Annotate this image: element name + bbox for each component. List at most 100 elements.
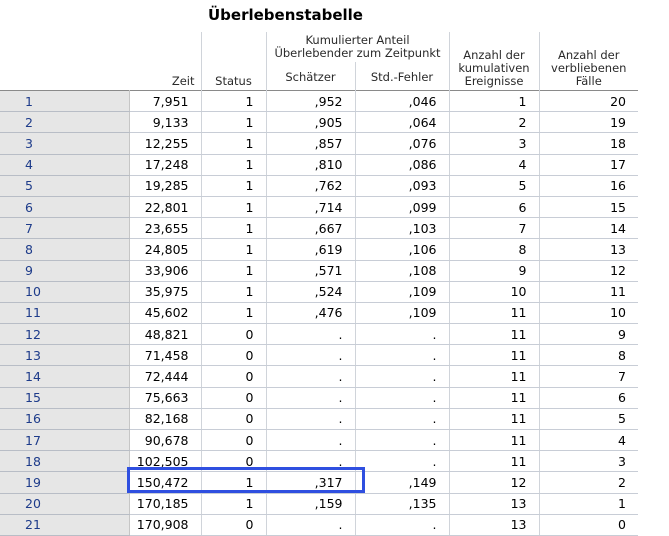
cell-verbleibend: 7 xyxy=(539,365,638,388)
table-row: 10 35,975 1,524,109 10 11 xyxy=(0,281,638,303)
table-row: 9 33,906 1,571,108 9 12 xyxy=(0,260,638,282)
cell-std-fehler: ,106 xyxy=(355,238,450,261)
cell-schaetzer: ,857 xyxy=(266,132,356,155)
cell-zeit: 48,821 xyxy=(129,323,202,346)
cell-zeit: 71,458 xyxy=(129,344,202,367)
cell-verbleibend: 6 xyxy=(539,387,638,409)
row-number: 19 xyxy=(0,471,130,494)
cell-zeit: 33,906 xyxy=(129,260,202,282)
cell-schaetzer: ,317 xyxy=(266,471,356,494)
cell-zeit: 17,248 xyxy=(129,154,202,176)
table-row: 2 9,133 1,905,064 2 19 xyxy=(0,111,638,134)
cell-ereignisse: 9 xyxy=(449,260,540,282)
cell-std-fehler: ,093 xyxy=(355,175,450,197)
row-number: 18 xyxy=(0,450,130,473)
cell-std-fehler: . xyxy=(355,344,450,367)
column-header-zeit: Zeit xyxy=(171,74,195,88)
cell-status: 1 xyxy=(201,471,267,494)
cell-std-fehler: ,046 xyxy=(355,89,450,113)
column-header-verbleibend: Anzahl der verbliebenen Fälle xyxy=(538,32,638,91)
cell-schaetzer: ,159 xyxy=(266,493,356,515)
cell-ereignisse: 13 xyxy=(449,514,540,536)
cell-ereignisse: 8 xyxy=(449,238,540,261)
survival-table: Zeit Status Kumulierter Anteil Überleben… xyxy=(0,32,638,536)
cell-verbleibend: 13 xyxy=(539,238,638,261)
cell-std-fehler: . xyxy=(355,408,450,431)
cell-status: 1 xyxy=(201,493,267,515)
cell-status: 1 xyxy=(201,260,267,282)
corner-header xyxy=(0,32,129,91)
cell-std-fehler: . xyxy=(355,365,450,388)
cell-std-fehler: ,108 xyxy=(355,260,450,282)
cell-status: 0 xyxy=(201,429,267,452)
row-number: 8 xyxy=(0,238,130,261)
table-row: 3 12,255 1,857,076 3 18 xyxy=(0,132,638,155)
cell-status: 1 xyxy=(201,111,267,134)
cell-status: 1 xyxy=(201,132,267,155)
row-number: 10 xyxy=(0,281,130,303)
cell-verbleibend: 19 xyxy=(539,111,638,134)
cell-status: 0 xyxy=(201,365,267,388)
table-body: 1 7,951 1,952,046 1 20 2 9,133 1,905,064 2 19 3 12,… xyxy=(0,89,638,536)
column-header-std-fehler: Std.-Fehler xyxy=(354,62,449,91)
cell-schaetzer: . xyxy=(266,450,356,473)
row-number: 20 xyxy=(0,493,130,515)
cell-verbleibend: 14 xyxy=(539,217,638,240)
row-number: 7 xyxy=(0,217,130,240)
cell-ereignisse: 4 xyxy=(449,154,540,176)
cell-schaetzer: ,810 xyxy=(266,154,356,176)
cell-zeit: 72,444 xyxy=(129,365,202,388)
cell-std-fehler: ,109 xyxy=(355,281,450,303)
cell-zeit: 150,472 xyxy=(129,471,202,494)
cell-schaetzer: ,476 xyxy=(266,302,356,325)
cell-verbleibend: 16 xyxy=(539,175,638,197)
cell-zeit: 19,285 xyxy=(129,175,202,197)
cell-std-fehler: ,149 xyxy=(355,471,450,494)
cell-ereignisse: 6 xyxy=(449,196,540,219)
cell-status: 0 xyxy=(201,450,267,473)
table-row: 20 170,185 1,159,135 13 1 xyxy=(0,493,638,515)
cell-ereignisse: 11 xyxy=(449,450,540,473)
table-row: 14 72,444 0.. 11 7 xyxy=(0,365,638,388)
table-row: 18 102,505 0.. 11 3 xyxy=(0,450,638,473)
cell-ereignisse: 3 xyxy=(449,132,540,155)
cell-zeit: 23,655 xyxy=(129,217,202,240)
cell-ereignisse: 11 xyxy=(449,408,540,431)
cell-zeit: 24,805 xyxy=(129,238,202,261)
cell-status: 0 xyxy=(201,408,267,431)
cell-zeit: 102,505 xyxy=(129,450,202,473)
table-row: 5 19,285 1,762,093 5 16 xyxy=(0,175,638,197)
cell-schaetzer: . xyxy=(266,365,356,388)
cell-verbleibend: 0 xyxy=(539,514,638,536)
cell-ereignisse: 11 xyxy=(449,387,540,409)
column-header-schaetzer: Schätzer xyxy=(265,62,355,91)
table-row: 11 45,602 1,476,109 11 10 xyxy=(0,302,638,325)
cell-zeit: 170,908 xyxy=(129,514,202,536)
row-number: 12 xyxy=(0,323,130,346)
cell-ereignisse: 10 xyxy=(449,281,540,303)
cell-std-fehler: ,086 xyxy=(355,154,450,176)
row-number: 3 xyxy=(0,132,130,155)
cell-zeit: 12,255 xyxy=(129,132,202,155)
cell-status: 1 xyxy=(201,175,267,197)
cell-std-fehler: ,103 xyxy=(355,217,450,240)
table-row: 7 23,655 1,667,103 7 14 xyxy=(0,217,638,240)
table-row: 21 170,908 0.. 13 0 xyxy=(0,514,638,536)
row-number: 17 xyxy=(0,429,130,452)
table-row: 19 150,472 1,317,149 12 2 xyxy=(0,471,638,494)
table-row: 15 75,663 0.. 11 6 xyxy=(0,387,638,409)
cell-std-fehler: ,135 xyxy=(355,493,450,515)
cell-status: 0 xyxy=(201,344,267,367)
table-row: 13 71,458 0.. 11 8 xyxy=(0,344,638,367)
cell-status: 1 xyxy=(201,154,267,176)
cell-std-fehler: . xyxy=(355,450,450,473)
cell-ereignisse: 13 xyxy=(449,493,540,515)
row-number: 9 xyxy=(0,260,130,282)
cell-verbleibend: 5 xyxy=(539,408,638,431)
cell-ereignisse: 2 xyxy=(449,111,540,134)
cell-verbleibend: 1 xyxy=(539,493,638,515)
cell-verbleibend: 4 xyxy=(539,429,638,452)
cell-verbleibend: 3 xyxy=(539,450,638,473)
row-number: 21 xyxy=(0,514,130,536)
cell-status: 1 xyxy=(201,196,267,219)
